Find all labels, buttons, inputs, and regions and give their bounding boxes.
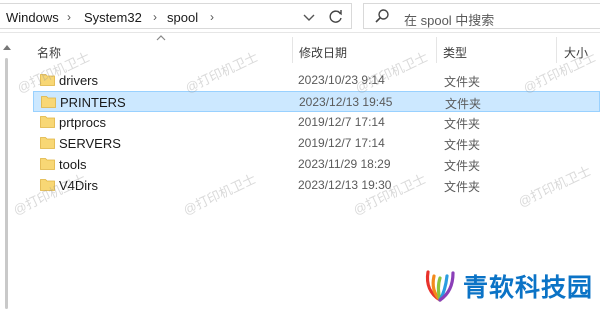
breadcrumb-spool[interactable]: spool — [167, 10, 198, 25]
column-divider[interactable] — [556, 37, 557, 63]
breadcrumb-system32[interactable]: System32 — [84, 10, 142, 25]
folder-icon — [40, 158, 55, 170]
search-icon — [375, 9, 389, 23]
file-row[interactable]: drivers 2023/10/23 9:14 文件夹 — [33, 70, 600, 91]
breadcrumb-separator-icon[interactable]: › — [67, 10, 71, 24]
file-row[interactable]: V4Dirs 2023/12/13 19:30 文件夹 — [33, 175, 600, 196]
column-header-type[interactable]: 类型 — [443, 44, 467, 61]
breadcrumb-separator-icon[interactable]: › — [210, 10, 214, 24]
file-modified: 2019/12/7 17:14 — [298, 115, 385, 129]
breadcrumb-windows[interactable]: Windows — [6, 10, 59, 25]
search-box[interactable]: 在 spool 中搜索 — [363, 3, 600, 29]
file-type: 文件夹 — [444, 117, 481, 131]
file-modified: 2023/11/29 18:29 — [298, 157, 391, 171]
file-type: 文件夹 — [444, 180, 481, 194]
column-divider[interactable] — [292, 37, 293, 63]
file-type: 文件夹 — [445, 97, 482, 111]
column-header-size[interactable]: 大小 — [564, 44, 588, 61]
folder-icon — [40, 116, 55, 128]
file-row[interactable]: SERVERS 2019/12/7 17:14 文件夹 — [33, 133, 600, 154]
file-row[interactable]: tools 2023/11/29 18:29 文件夹 — [33, 154, 600, 175]
breadcrumb-separator-icon[interactable]: › — [153, 10, 157, 24]
toolbar: Windows › System32 › spool › 在 spool 中搜索 — [0, 0, 600, 33]
refresh-icon[interactable] — [324, 7, 348, 27]
file-name: tools — [59, 157, 87, 172]
chevron-down-icon[interactable] — [300, 8, 318, 26]
folder-icon — [41, 96, 56, 108]
file-name: drivers — [59, 73, 99, 88]
sort-ascending-icon — [156, 35, 166, 41]
file-type: 文件夹 — [444, 159, 481, 173]
file-modified: 2023/12/13 19:45 — [299, 95, 393, 109]
folder-icon — [40, 179, 55, 191]
file-modified: 2019/12/7 17:14 — [298, 136, 385, 150]
file-name: PRINTERS — [60, 95, 126, 110]
file-type: 文件夹 — [444, 75, 481, 89]
column-headers: 名称 修改日期 类型 大小 — [0, 33, 600, 63]
column-divider[interactable] — [436, 37, 437, 63]
logo-text: 青软科技园 — [463, 274, 594, 302]
file-name: SERVERS — [59, 136, 121, 151]
file-name: V4Dirs — [59, 178, 99, 193]
file-modified: 2023/10/23 9:14 — [298, 73, 385, 87]
folder-icon — [40, 74, 55, 86]
column-header-name[interactable]: 名称 — [37, 44, 61, 61]
column-header-modified[interactable]: 修改日期 — [299, 44, 347, 61]
logo-icon — [425, 270, 455, 302]
scroll-up-icon[interactable] — [2, 43, 12, 53]
file-row[interactable]: prtprocs 2019/12/7 17:14 文件夹 — [33, 112, 600, 133]
scrollbar-thumb[interactable] — [5, 58, 8, 309]
folder-icon — [40, 137, 55, 149]
address-bar[interactable]: Windows › System32 › spool › — [0, 3, 352, 29]
file-name: prtprocs — [59, 115, 106, 130]
file-row-selected[interactable]: PRINTERS 2023/12/13 19:45 文件夹 — [33, 91, 600, 112]
file-modified: 2023/12/13 19:30 — [298, 178, 392, 192]
file-type: 文件夹 — [444, 138, 481, 152]
search-input[interactable]: 在 spool 中搜索 — [404, 10, 494, 29]
